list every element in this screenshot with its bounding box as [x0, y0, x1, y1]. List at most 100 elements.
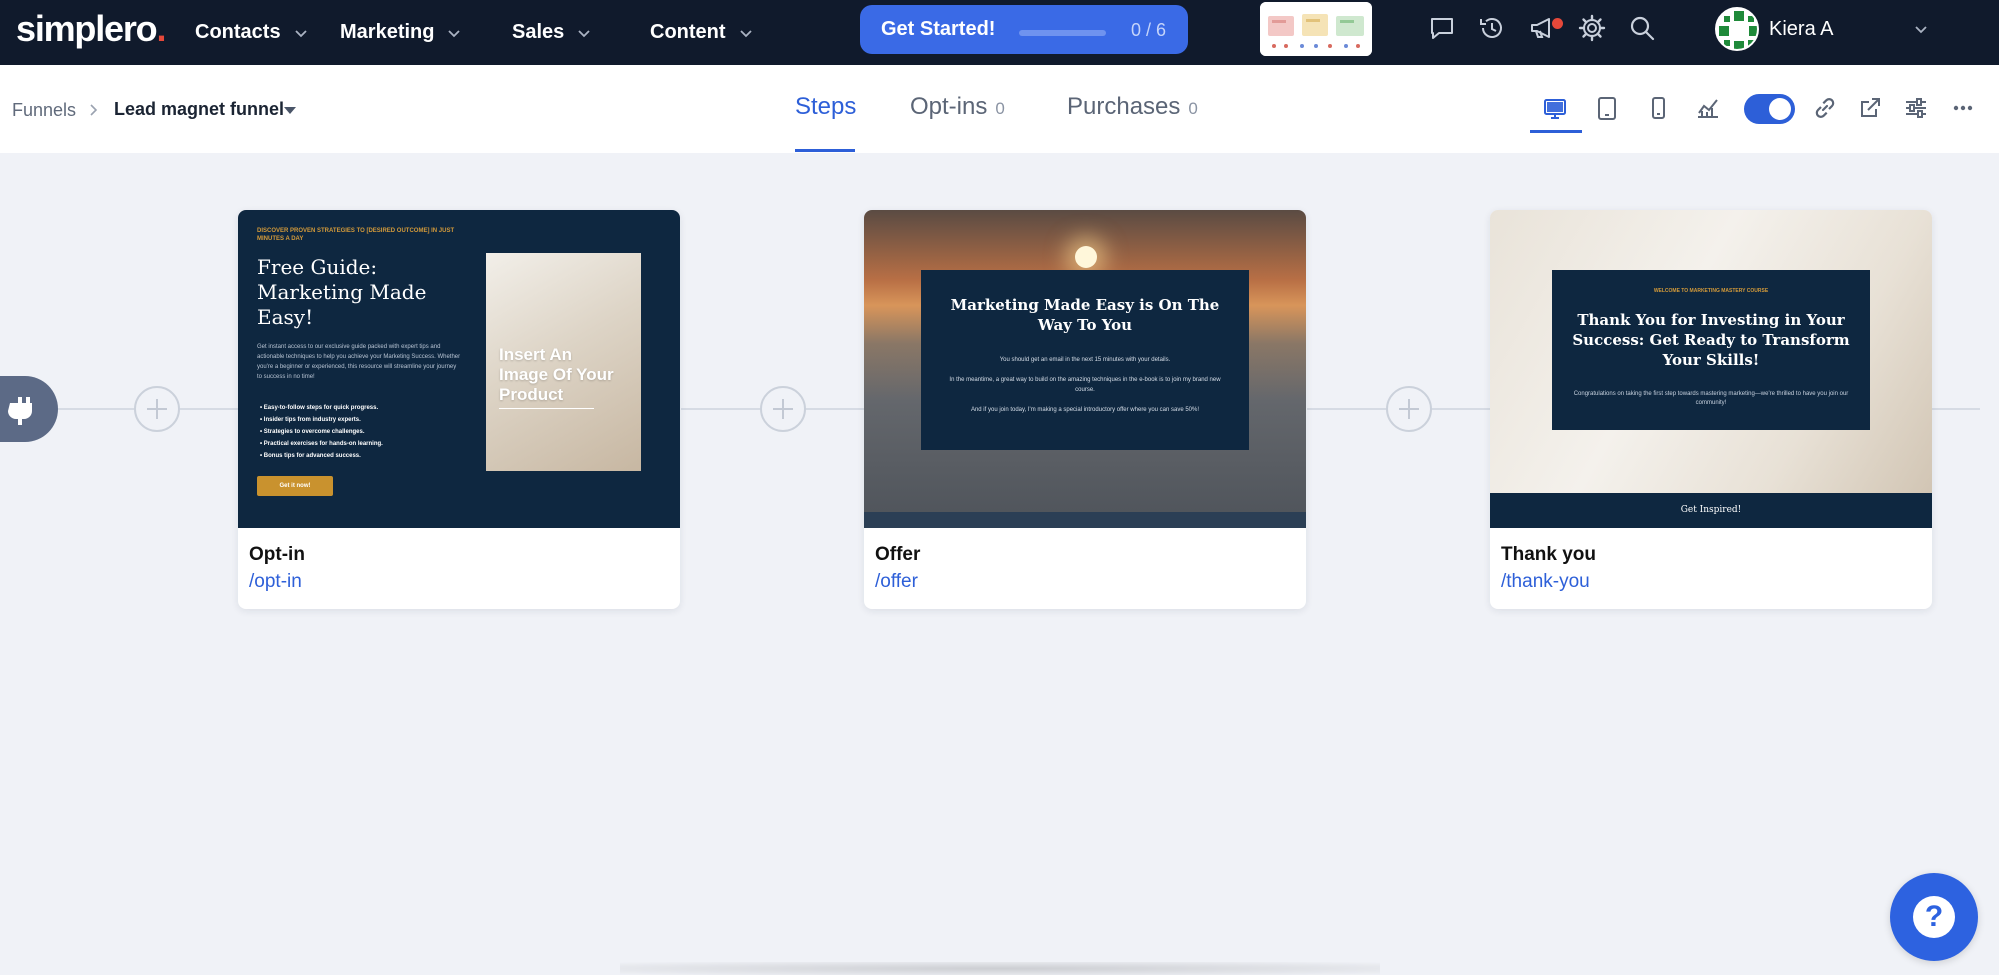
preview-content-box: Marketing Made Easy is On The Way To You…: [921, 270, 1249, 450]
menu-contacts[interactable]: Contacts: [195, 0, 309, 65]
preview-image-caption: Insert An Image Of Your Product: [499, 345, 614, 404]
chevron-down-icon: [578, 29, 590, 37]
chat-icon[interactable]: [1427, 13, 1457, 43]
preview-bullet: Strategies to overcome challenges.: [260, 426, 460, 438]
device-active-indicator: [1530, 130, 1582, 133]
notification-dot: [1552, 18, 1563, 29]
chevron-down-icon[interactable]: [1912, 20, 1930, 38]
breadcrumb-funnels-link[interactable]: Funnels: [12, 100, 76, 121]
external-link-icon[interactable]: [1855, 93, 1885, 123]
tab-opt-ins-label: Opt-ins: [910, 93, 988, 120]
publish-toggle[interactable]: [1744, 94, 1795, 124]
chevron-down-icon: [294, 29, 307, 37]
step-name: Opt-in: [249, 544, 305, 565]
desktop-icon[interactable]: [1540, 93, 1570, 123]
history-icon[interactable]: [1477, 13, 1507, 43]
step-preview-offer[interactable]: Marketing Made Easy is On The Way To You…: [864, 210, 1306, 528]
simplero-logo[interactable]: simplero.: [16, 8, 166, 50]
connector-line: [1932, 408, 1980, 410]
gear-icon[interactable]: [1577, 13, 1607, 43]
top-navigation-bar: simplero. Contacts Marketing Sales Conte…: [0, 0, 1999, 65]
megaphone-icon[interactable]: [1527, 13, 1557, 43]
preview-bullets: Easy-to-follow steps for quick progress.…: [260, 402, 460, 462]
funnel-map-thumbnail[interactable]: [1260, 2, 1372, 56]
step-path-link[interactable]: /offer: [875, 571, 918, 593]
link-icon[interactable]: [1810, 93, 1840, 123]
preview-footer: Get Inspired!: [1490, 493, 1932, 528]
add-step-button[interactable]: [1386, 386, 1432, 432]
plug-icon: [8, 397, 32, 425]
preview-footer: [864, 512, 1306, 528]
tab-purchases[interactable]: Purchases 0: [1067, 93, 1198, 153]
preview-title: Thank You for Investing in Your Success:…: [1572, 311, 1850, 369]
tab-purchases-count: 0: [1188, 99, 1198, 118]
help-button[interactable]: ?: [1890, 873, 1978, 961]
menu-contacts-label: Contacts: [195, 21, 281, 43]
chevron-down-icon: [448, 29, 461, 37]
step-path-link[interactable]: /opt-in: [249, 571, 302, 593]
menu-marketing-label: Marketing: [340, 21, 435, 43]
bottom-shadow: [620, 962, 1380, 975]
toggle-knob: [1769, 98, 1791, 120]
preview-title: Free Guide: Marketing Made Easy!: [257, 255, 427, 329]
preview-title: Marketing Made Easy is On The Way To You: [950, 296, 1220, 334]
menu-sales-label: Sales: [512, 21, 565, 43]
step-preview-opt-in[interactable]: DISCOVER PROVEN STRATEGIES TO [DESIRED O…: [238, 210, 680, 528]
preview-text: You should get an email in the next 15 m…: [999, 357, 1171, 363]
funnel-header: Funnels Lead magnet funnel Steps Opt-ins…: [0, 65, 1999, 153]
avatar-pattern: [1717, 9, 1757, 49]
preview-body: Get instant access to our exclusive guid…: [257, 344, 461, 380]
get-started-progress-count: 0 / 6: [1130, 20, 1166, 40]
preview-cta-button: Get it now!: [257, 476, 333, 496]
settings-sliders-icon[interactable]: [1901, 93, 1931, 123]
tab-opt-ins-count: 0: [995, 99, 1005, 118]
preview-text: And if you join today, I'm making a spec…: [970, 407, 1200, 413]
preview-content-box: WELCOME TO MARKETING MASTERY COURSE Than…: [1552, 270, 1870, 430]
logo-text: simplero: [16, 8, 158, 49]
divider: [499, 408, 594, 409]
tab-opt-ins[interactable]: Opt-ins 0: [910, 93, 1005, 153]
analytics-icon[interactable]: [1693, 93, 1723, 123]
preview-text: In the meantime, a great way to build on…: [949, 377, 1221, 393]
funnel-map-image: [1260, 2, 1372, 56]
question-mark-icon: ?: [1913, 896, 1955, 938]
logo-dot: .: [156, 8, 166, 49]
preview-bullet: Practical exercises for hands-on learnin…: [260, 438, 460, 450]
tab-purchases-label: Purchases: [1067, 93, 1181, 120]
menu-sales[interactable]: Sales: [512, 0, 592, 65]
search-icon[interactable]: [1627, 13, 1657, 43]
step-name: Offer: [875, 544, 921, 565]
breadcrumb-current-funnel[interactable]: Lead magnet funnel: [114, 99, 284, 120]
caret-down-icon[interactable]: [282, 105, 298, 115]
user-name[interactable]: Kiera A: [1769, 18, 1833, 41]
preview-kicker: WELCOME TO MARKETING MASTERY COURSE: [1653, 288, 1769, 294]
step-name: Thank you: [1501, 544, 1597, 565]
get-started-progress-bar: [1019, 30, 1106, 36]
funnel-entry-node[interactable]: [0, 376, 58, 442]
preview-bullet: Insider tips from industry experts.: [260, 414, 460, 426]
step-path-link[interactable]: /thank-you: [1501, 571, 1590, 593]
preview-product-image: Insert An Image Of Your Product: [486, 253, 641, 471]
add-step-button[interactable]: [134, 386, 180, 432]
mobile-icon[interactable]: [1643, 93, 1673, 123]
preview-bullet: Bonus tips for advanced success.: [260, 450, 460, 462]
get-started-button[interactable]: Get Started! 0 / 6: [860, 5, 1188, 54]
preview-text: Congratulations on taking the first step…: [1573, 391, 1849, 406]
menu-marketing[interactable]: Marketing: [340, 0, 462, 65]
get-started-label: Get Started!: [881, 18, 996, 40]
tab-steps-label: Steps: [795, 93, 857, 120]
menu-content[interactable]: Content: [650, 0, 754, 65]
tab-active-indicator: [795, 149, 855, 152]
step-card-thank-you[interactable]: WELCOME TO MARKETING MASTERY COURSE Than…: [1490, 210, 1932, 609]
chevron-down-icon: [739, 29, 752, 37]
avatar[interactable]: [1715, 7, 1759, 51]
tablet-icon[interactable]: [1592, 93, 1622, 123]
step-card-opt-in[interactable]: DISCOVER PROVEN STRATEGIES TO [DESIRED O…: [238, 210, 680, 609]
add-step-button[interactable]: [760, 386, 806, 432]
preview-bullet: Easy-to-follow steps for quick progress.: [260, 402, 460, 414]
chevron-right-icon: [90, 104, 98, 116]
step-card-offer[interactable]: Marketing Made Easy is On The Way To You…: [864, 210, 1306, 609]
tab-steps[interactable]: Steps: [795, 93, 856, 153]
more-icon[interactable]: [1948, 93, 1978, 123]
step-preview-thank-you[interactable]: WELCOME TO MARKETING MASTERY COURSE Than…: [1490, 210, 1932, 528]
